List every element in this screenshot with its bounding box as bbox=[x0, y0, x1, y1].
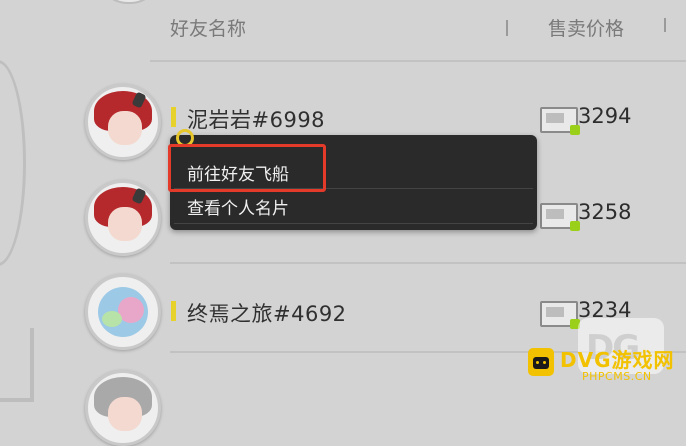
sale-price: 3294 bbox=[578, 104, 632, 128]
watermark-text: DVG游戏网 bbox=[560, 348, 675, 372]
ticket-icon bbox=[540, 203, 580, 231]
red-hair-avatar[interactable] bbox=[85, 180, 161, 256]
partial-avatar-bottom bbox=[85, 370, 161, 446]
menu-item-view-profile-card[interactable]: 查看个人名片 bbox=[170, 191, 537, 227]
column-header-price: 售卖价格 bbox=[548, 18, 625, 40]
ticket-icon bbox=[540, 107, 580, 135]
partial-avatar-top bbox=[96, 0, 162, 4]
list-header: 好友名称 售卖价格 bbox=[170, 10, 686, 46]
game-controller-icon bbox=[528, 348, 554, 376]
row-divider bbox=[170, 262, 686, 264]
online-marker bbox=[171, 107, 176, 127]
column-separator bbox=[506, 20, 508, 36]
red-hair-avatar[interactable] bbox=[85, 84, 161, 160]
column-header-friend-name: 好友名称 bbox=[170, 18, 247, 40]
pastel-avatar[interactable] bbox=[85, 274, 161, 350]
watermark-subtext: PHPCMS.CN bbox=[582, 370, 652, 383]
highlight-annotation bbox=[168, 144, 326, 192]
friend-name: 泥岩岩#6998 bbox=[187, 108, 326, 132]
menu-divider bbox=[174, 223, 533, 224]
online-marker bbox=[171, 301, 176, 321]
sale-price: 3258 bbox=[578, 200, 632, 224]
ticket-icon bbox=[540, 301, 580, 329]
header-divider bbox=[150, 60, 686, 62]
column-separator bbox=[664, 18, 666, 32]
friend-name: 终焉之旅#4692 bbox=[187, 302, 347, 326]
